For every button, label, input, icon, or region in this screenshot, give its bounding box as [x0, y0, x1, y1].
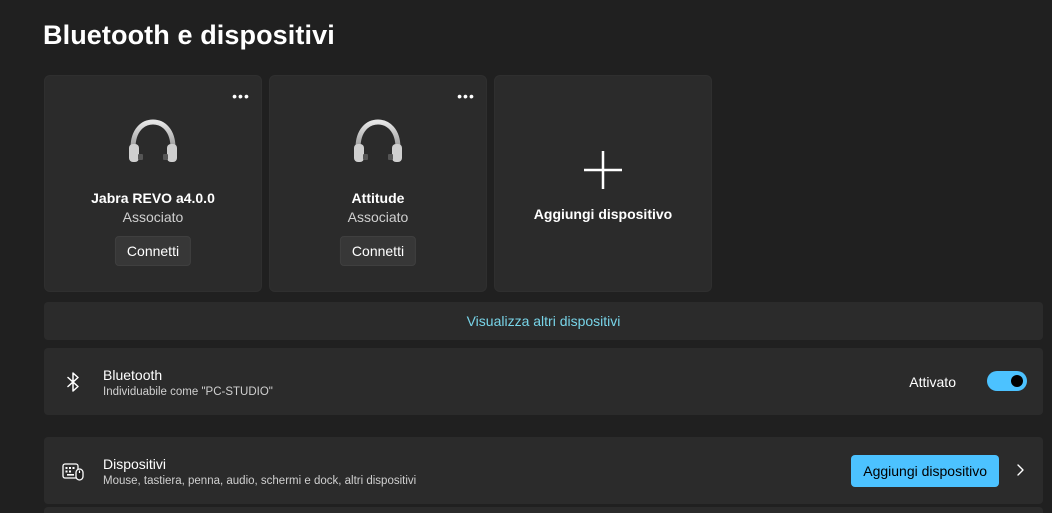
device-name: Jabra REVO a4.0.0: [91, 190, 215, 206]
bluetooth-state-label: Attivato: [909, 374, 956, 390]
devices-row[interactable]: Dispositivi Mouse, tastiera, penna, audi…: [44, 437, 1043, 504]
device-status: Associato: [122, 209, 184, 225]
add-device-label: Aggiungi dispositivo: [533, 206, 673, 222]
bluetooth-toggle[interactable]: [987, 371, 1027, 391]
device-name: Attitude: [351, 190, 405, 206]
headphones-icon: [354, 119, 402, 162]
page-title: Bluetooth e dispositivi: [43, 20, 335, 50]
settings-page: Bluetooth e dispositivi ••• Jabra REVO a…: [0, 0, 1052, 513]
add-device-button[interactable]: Aggiungi dispositivo: [851, 455, 999, 487]
more-options-button[interactable]: •••: [456, 88, 476, 104]
toggle-knob: [1011, 375, 1023, 387]
view-more-devices-link[interactable]: Visualizza altri dispositivi: [44, 302, 1043, 340]
add-device-card[interactable]: Aggiungi dispositivo: [494, 75, 712, 292]
headphones-icon: [129, 119, 177, 162]
chevron-right-icon[interactable]: [1013, 463, 1027, 477]
bluetooth-row: Bluetooth Individuabile come "PC-STUDIO"…: [44, 348, 1043, 415]
connect-button[interactable]: Connetti: [339, 236, 417, 266]
bluetooth-title: Bluetooth: [103, 367, 163, 383]
keyboard-mouse-icon: [62, 462, 84, 481]
bluetooth-icon: [67, 371, 79, 392]
more-options-button[interactable]: •••: [231, 88, 251, 104]
connect-button[interactable]: Connetti: [114, 236, 192, 266]
device-status: Associato: [347, 209, 409, 225]
devices-subtitle: Mouse, tastiera, penna, audio, schermi e…: [103, 475, 417, 487]
bluetooth-subtitle: Individuabile come "PC-STUDIO": [103, 386, 273, 398]
device-card-attitude[interactable]: ••• Attitude Associato Connetti: [269, 75, 487, 292]
plus-icon: [584, 151, 622, 189]
device-card-jabra[interactable]: ••• Jabra REVO a4.0.0 Associato Connetti: [44, 75, 262, 292]
devices-title: Dispositivi: [103, 456, 167, 472]
next-settings-row[interactable]: [44, 507, 1043, 513]
